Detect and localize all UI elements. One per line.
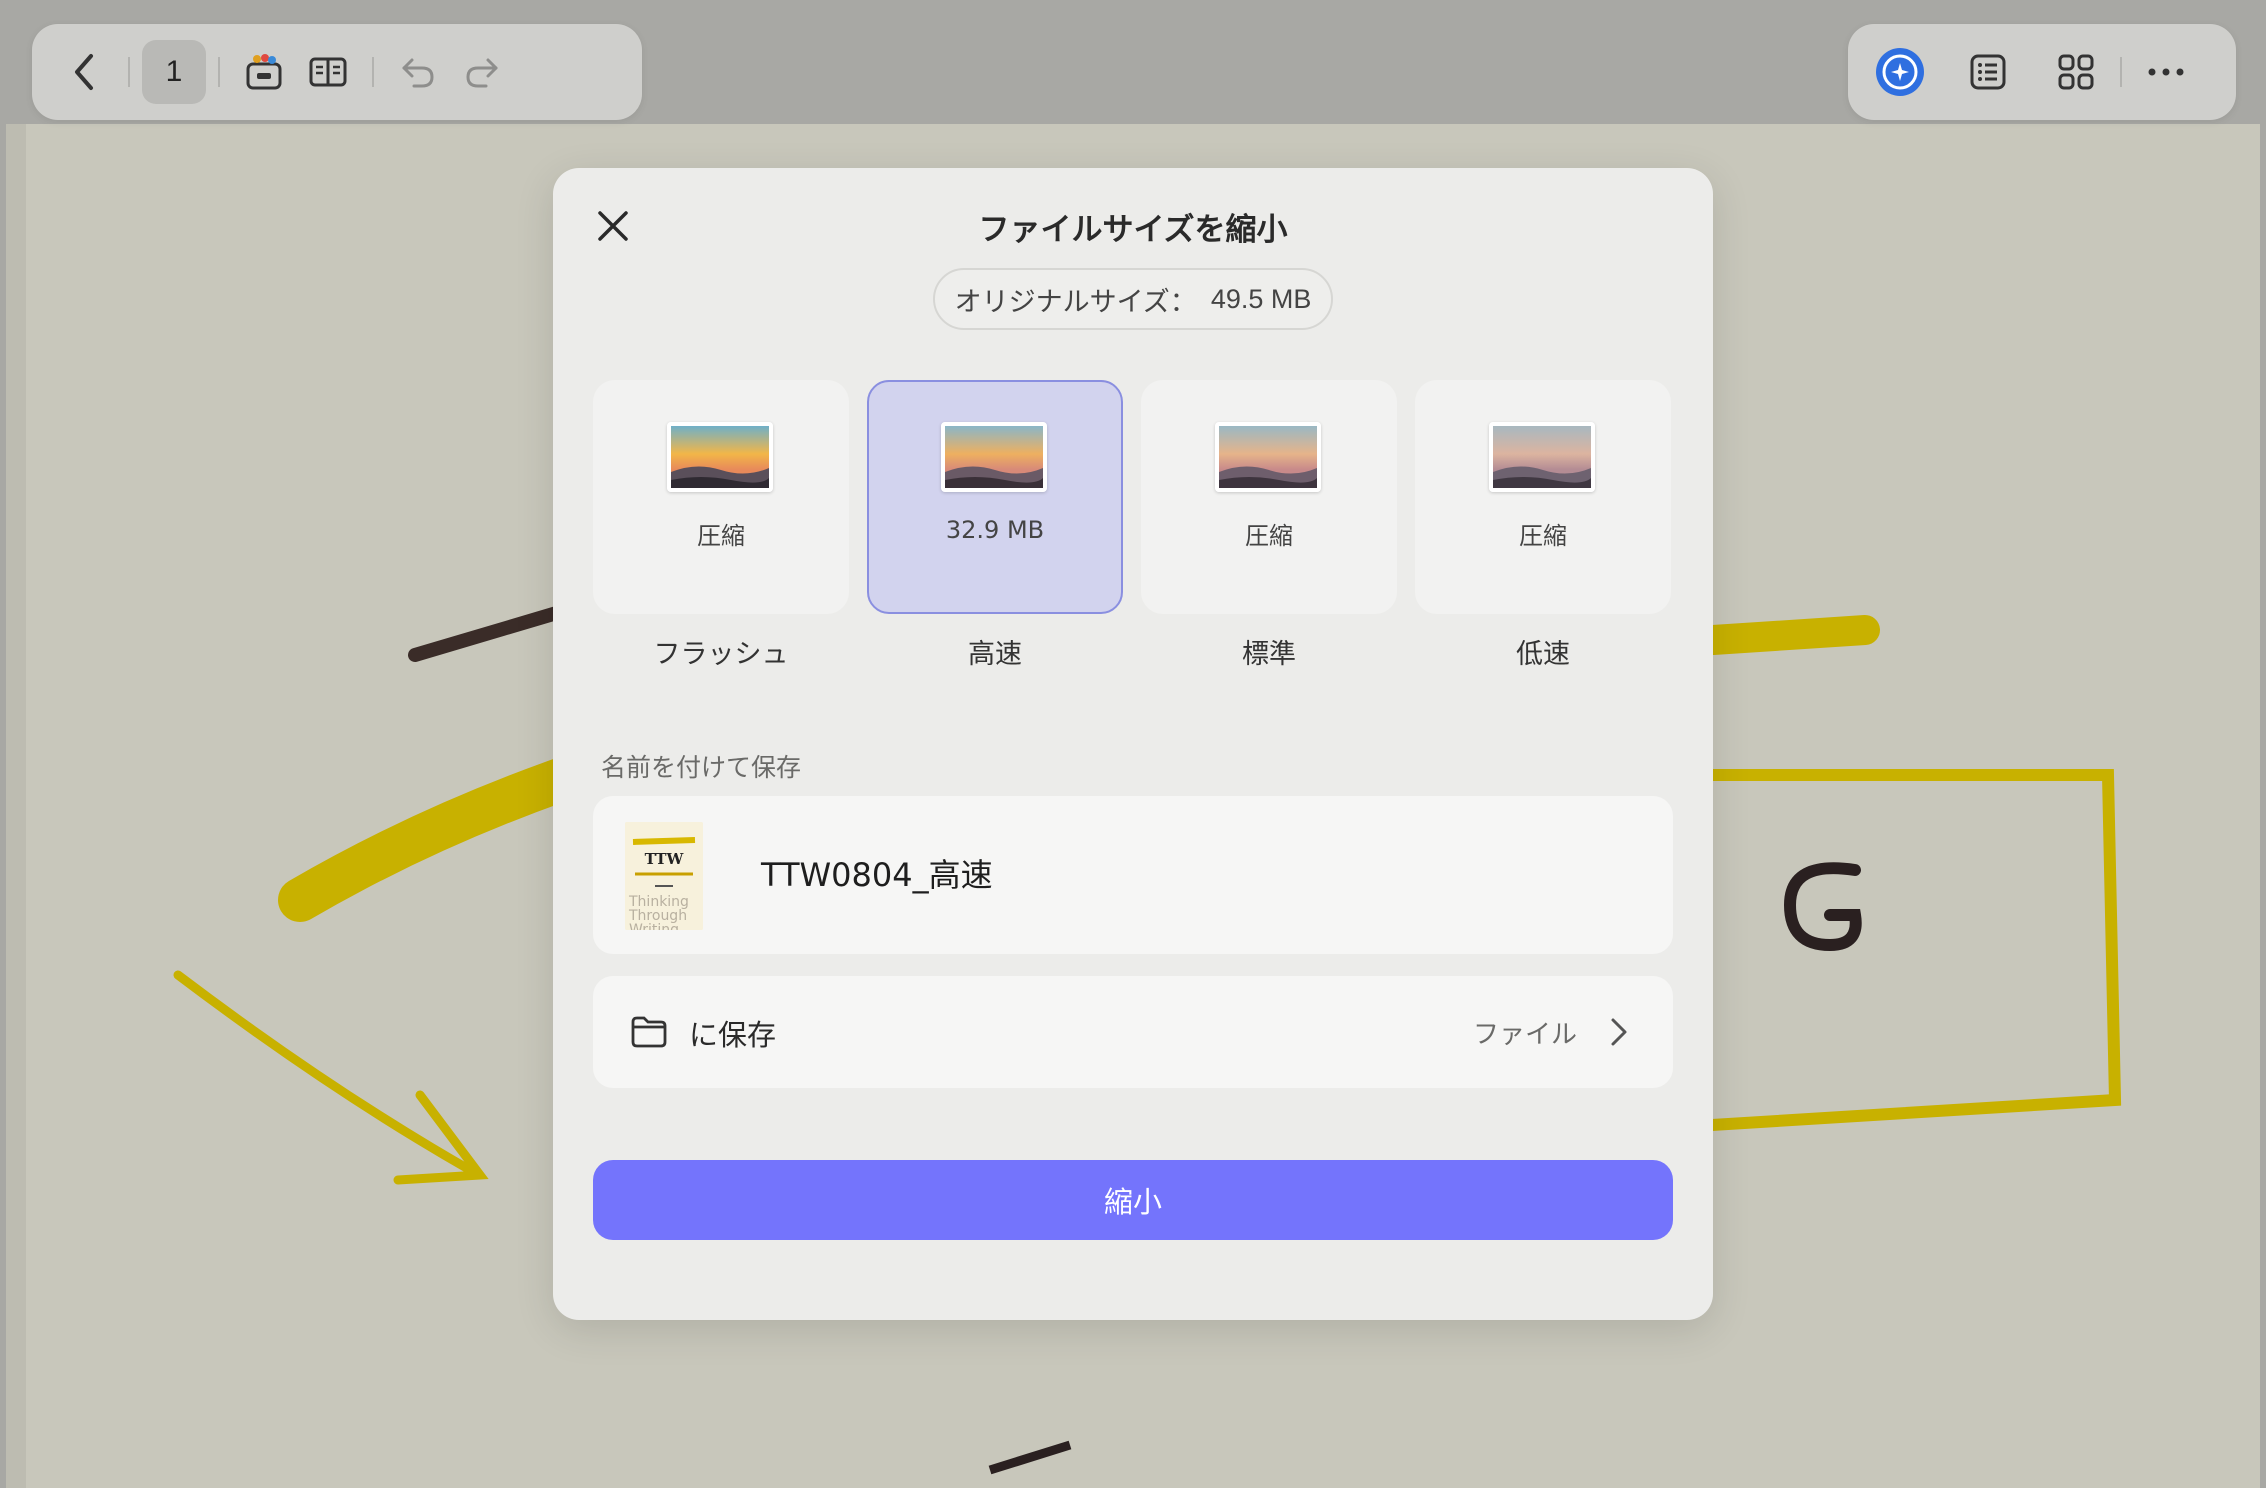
list-icon bbox=[1970, 54, 2006, 90]
back-button[interactable] bbox=[52, 40, 116, 104]
image-thumbnail bbox=[1489, 422, 1595, 492]
filename-input[interactable]: TTW0804_高速 bbox=[761, 850, 993, 896]
reduce-file-size-dialog: ファイルサイズを縮小 オリジナルサイズ： 49.5 MB 圧縮 フラッシュ 32… bbox=[553, 168, 1713, 1320]
grid-view-button[interactable] bbox=[2044, 40, 2108, 104]
redo-button[interactable] bbox=[450, 40, 514, 104]
toolbar-divider bbox=[128, 57, 130, 87]
undo-button[interactable] bbox=[386, 40, 450, 104]
original-size-value: 49.5 MB bbox=[1210, 283, 1312, 314]
compression-options: 圧縮 フラッシュ 32.9 MB 高速 圧縮 標準 圧縮 低速 bbox=[593, 380, 1673, 670]
reduce-button[interactable]: 縮小 bbox=[593, 1160, 1673, 1240]
save-location-row[interactable]: に保存 ファイル bbox=[593, 976, 1673, 1088]
option-name: 高速 bbox=[968, 639, 1022, 670]
original-size-badge: オリジナルサイズ： 49.5 MB bbox=[933, 268, 1333, 330]
tray-icon bbox=[246, 54, 282, 90]
option-name: 低速 bbox=[1516, 639, 1570, 670]
filename-field[interactable]: TTW Thinking Through Writing TTW0804_高速 bbox=[593, 796, 1673, 954]
tray-button[interactable] bbox=[232, 40, 296, 104]
ai-assistant-button[interactable] bbox=[1868, 40, 1932, 104]
book-icon bbox=[309, 57, 347, 87]
image-thumbnail bbox=[667, 422, 773, 492]
undo-icon bbox=[402, 58, 434, 88]
file-thumbnail: TTW Thinking Through Writing bbox=[625, 822, 703, 930]
image-thumbnail bbox=[1215, 422, 1321, 492]
dialog-title: ファイルサイズを縮小 bbox=[978, 212, 1288, 248]
back-icon bbox=[75, 54, 93, 90]
file-thumbnail-line: Writing bbox=[629, 922, 679, 930]
ai-assistant-icon bbox=[1876, 48, 1924, 96]
page-number-button[interactable]: 1 bbox=[142, 40, 206, 104]
option-name: フラッシュ bbox=[653, 639, 789, 670]
option-size: 圧縮 bbox=[1245, 522, 1293, 550]
option-size: 圧縮 bbox=[1519, 522, 1567, 550]
toolbar-divider bbox=[218, 57, 220, 87]
more-icon bbox=[2148, 68, 2184, 76]
save-location-value: ファイル bbox=[1472, 1020, 1577, 1050]
option-fast[interactable]: 32.9 MB 高速 bbox=[867, 380, 1123, 671]
option-card[interactable]: 圧縮 bbox=[1415, 380, 1671, 614]
option-card[interactable]: 圧縮 bbox=[593, 380, 849, 614]
toolbar-divider bbox=[372, 57, 374, 87]
grid-icon bbox=[2058, 54, 2094, 90]
option-card-selected[interactable]: 32.9 MB bbox=[867, 380, 1123, 614]
image-thumbnail bbox=[941, 422, 1047, 492]
more-button[interactable] bbox=[2134, 40, 2198, 104]
option-flash[interactable]: 圧縮 フラッシュ bbox=[593, 380, 849, 671]
reading-mode-button[interactable] bbox=[296, 40, 360, 104]
save-as-label: 名前を付けて保存 bbox=[601, 753, 802, 782]
redo-icon bbox=[466, 58, 498, 88]
option-card[interactable]: 圧縮 bbox=[1141, 380, 1397, 614]
toolbar-right bbox=[1848, 24, 2236, 120]
option-slow[interactable]: 圧縮 低速 bbox=[1415, 380, 1671, 671]
option-standard[interactable]: 圧縮 標準 bbox=[1141, 380, 1397, 671]
toolbar-divider bbox=[2120, 57, 2122, 87]
chevron-right-icon bbox=[1611, 1018, 1627, 1046]
option-size: 圧縮 bbox=[697, 522, 745, 550]
toolbar-left: 1 bbox=[32, 24, 642, 120]
save-location-label: に保存 bbox=[689, 1018, 777, 1052]
original-size-label: オリジナルサイズ： bbox=[954, 286, 1197, 318]
option-name: 標準 bbox=[1242, 639, 1296, 670]
option-size: 32.9 MB bbox=[945, 516, 1045, 544]
outline-button[interactable] bbox=[1956, 40, 2020, 104]
folder-icon bbox=[631, 1016, 667, 1048]
file-thumbnail-logo: TTW bbox=[645, 850, 685, 868]
